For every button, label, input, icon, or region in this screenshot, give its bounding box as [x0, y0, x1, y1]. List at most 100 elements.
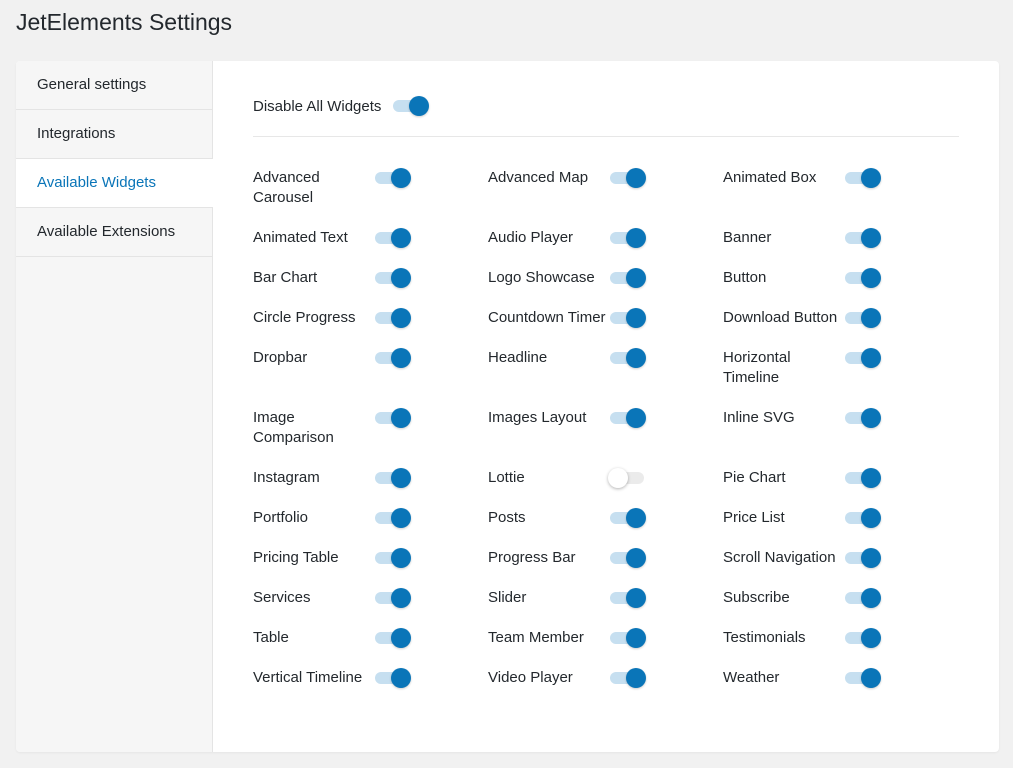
- widget-item-subscribe: Subscribe: [723, 588, 958, 628]
- widget-label-testimonials: Testimonials: [723, 629, 806, 646]
- widget-toggle-subscribe[interactable]: [843, 588, 881, 608]
- toggle-knob: [391, 348, 411, 368]
- widget-row: Pricing Table Progress Bar Scroll Navigati…: [253, 548, 973, 588]
- toggle-knob: [391, 508, 411, 528]
- widgets-content: Disable All Widgets Advanced Carousel Adv…: [213, 61, 999, 752]
- widget-label-services: Services: [253, 589, 311, 606]
- widget-toggle-testimonials[interactable]: [843, 628, 881, 648]
- widget-toggle-images-layout[interactable]: [608, 408, 646, 428]
- toggle-knob: [626, 228, 646, 248]
- widget-toggle-pie-chart[interactable]: [843, 468, 881, 488]
- widget-item-weather: Weather: [723, 668, 958, 708]
- widget-item-headline: Headline: [488, 348, 723, 408]
- widget-toggle-logo-showcase[interactable]: [608, 268, 646, 288]
- toggle-knob: [391, 548, 411, 568]
- widget-label-button: Button: [723, 269, 767, 286]
- widget-row: Table Team Member Testimonials: [253, 628, 973, 668]
- settings-sidebar: General settings Integrations Available …: [16, 61, 213, 752]
- widget-item-animated-text: Animated Text: [253, 228, 488, 268]
- widget-toggle-progress-bar[interactable]: [608, 548, 646, 568]
- toggle-knob: [391, 468, 411, 488]
- widget-toggle-lottie[interactable]: [608, 468, 646, 488]
- widget-toggle-vertical-timeline[interactable]: [373, 668, 411, 688]
- widget-label-horizontal-timeline: Horizontal Timeline: [723, 349, 791, 386]
- widget-toggle-countdown-timer[interactable]: [608, 308, 646, 328]
- widget-label-slider: Slider: [488, 589, 527, 606]
- toggle-knob: [626, 408, 646, 428]
- sidebar-item-available-extensions[interactable]: Available Extensions: [16, 208, 212, 257]
- divider: [253, 136, 959, 137]
- widget-label-progress-bar: Progress Bar: [488, 549, 576, 566]
- widget-item-video-player: Video Player: [488, 668, 723, 708]
- widget-toggle-slider[interactable]: [608, 588, 646, 608]
- widget-item-services: Services: [253, 588, 488, 628]
- widget-toggle-advanced-map[interactable]: [608, 168, 646, 188]
- sidebar-item-general-settings[interactable]: General settings: [16, 61, 212, 110]
- widget-toggle-team-member[interactable]: [608, 628, 646, 648]
- widget-toggle-video-player[interactable]: [608, 668, 646, 688]
- widget-item-countdown-timer: Countdown Timer: [488, 308, 723, 348]
- toggle-knob: [861, 588, 881, 608]
- toggle-knob: [391, 668, 411, 688]
- widget-toggle-banner[interactable]: [843, 228, 881, 248]
- widget-item-table: Table: [253, 628, 488, 668]
- widget-toggle-horizontal-timeline[interactable]: [843, 348, 881, 368]
- widget-item-portfolio: Portfolio: [253, 508, 488, 548]
- widget-toggle-animated-text[interactable]: [373, 228, 411, 248]
- disable-all-widgets-row: Disable All Widgets: [253, 96, 430, 116]
- widget-label-logo-showcase: Logo Showcase: [488, 269, 595, 286]
- widget-toggle-button[interactable]: [843, 268, 881, 288]
- toggle-knob: [391, 408, 411, 428]
- sidebar-item-available-widgets[interactable]: Available Widgets: [16, 159, 213, 208]
- widget-label-vertical-timeline: Vertical Timeline: [253, 669, 363, 686]
- widget-label-image-comparison: Image Comparison: [253, 409, 334, 446]
- widget-toggle-inline-svg[interactable]: [843, 408, 881, 428]
- toggle-knob: [861, 508, 881, 528]
- widget-item-circle-progress: Circle Progress: [253, 308, 488, 348]
- widget-toggle-portfolio[interactable]: [373, 508, 411, 528]
- widget-row: Animated Text Audio Player Banner: [253, 228, 973, 268]
- widget-toggle-price-list[interactable]: [843, 508, 881, 528]
- disable-all-widgets-toggle[interactable]: [391, 96, 430, 116]
- sidebar-item-integrations[interactable]: Integrations: [16, 110, 212, 159]
- widget-toggle-audio-player[interactable]: [608, 228, 646, 248]
- widget-toggle-headline[interactable]: [608, 348, 646, 368]
- widget-toggle-weather[interactable]: [843, 668, 881, 688]
- widget-toggle-image-comparison[interactable]: [373, 408, 411, 428]
- widget-toggle-dropbar[interactable]: [373, 348, 411, 368]
- toggle-knob: [861, 668, 881, 688]
- settings-panel: General settings Integrations Available …: [16, 61, 999, 752]
- widget-item-animated-box: Animated Box: [723, 168, 958, 228]
- widget-label-subscribe: Subscribe: [723, 589, 790, 606]
- widgets-grid: Advanced Carousel Advanced Map Animated Bo…: [253, 168, 973, 708]
- widget-item-posts: Posts: [488, 508, 723, 548]
- widget-item-vertical-timeline: Vertical Timeline: [253, 668, 488, 708]
- widget-item-bar-chart: Bar Chart: [253, 268, 488, 308]
- widget-item-testimonials: Testimonials: [723, 628, 958, 668]
- toggle-knob: [861, 268, 881, 288]
- widget-label-pricing-table: Pricing Table: [253, 549, 339, 566]
- widget-label-headline: Headline: [488, 349, 548, 366]
- widget-label-lottie: Lottie: [488, 469, 525, 486]
- toggle-knob: [608, 468, 628, 488]
- widget-toggle-table[interactable]: [373, 628, 411, 648]
- widget-toggle-scroll-navigation[interactable]: [843, 548, 881, 568]
- widget-toggle-posts[interactable]: [608, 508, 646, 528]
- widget-toggle-pricing-table[interactable]: [373, 548, 411, 568]
- toggle-knob: [861, 308, 881, 328]
- widget-toggle-instagram[interactable]: [373, 468, 411, 488]
- toggle-knob: [391, 228, 411, 248]
- widget-label-table: Table: [253, 629, 289, 646]
- widget-toggle-services[interactable]: [373, 588, 411, 608]
- widget-label-dropbar: Dropbar: [253, 349, 308, 366]
- widget-toggle-animated-box[interactable]: [843, 168, 881, 188]
- toggle-knob: [626, 668, 646, 688]
- widget-toggle-advanced-carousel[interactable]: [373, 168, 411, 188]
- toggle-knob: [626, 308, 646, 328]
- widget-toggle-download-button[interactable]: [843, 308, 881, 328]
- widget-label-images-layout: Images Layout: [488, 409, 587, 426]
- toggle-knob: [391, 168, 411, 188]
- widget-toggle-bar-chart[interactable]: [373, 268, 411, 288]
- widget-item-horizontal-timeline: Horizontal Timeline: [723, 348, 958, 408]
- widget-toggle-circle-progress[interactable]: [373, 308, 411, 328]
